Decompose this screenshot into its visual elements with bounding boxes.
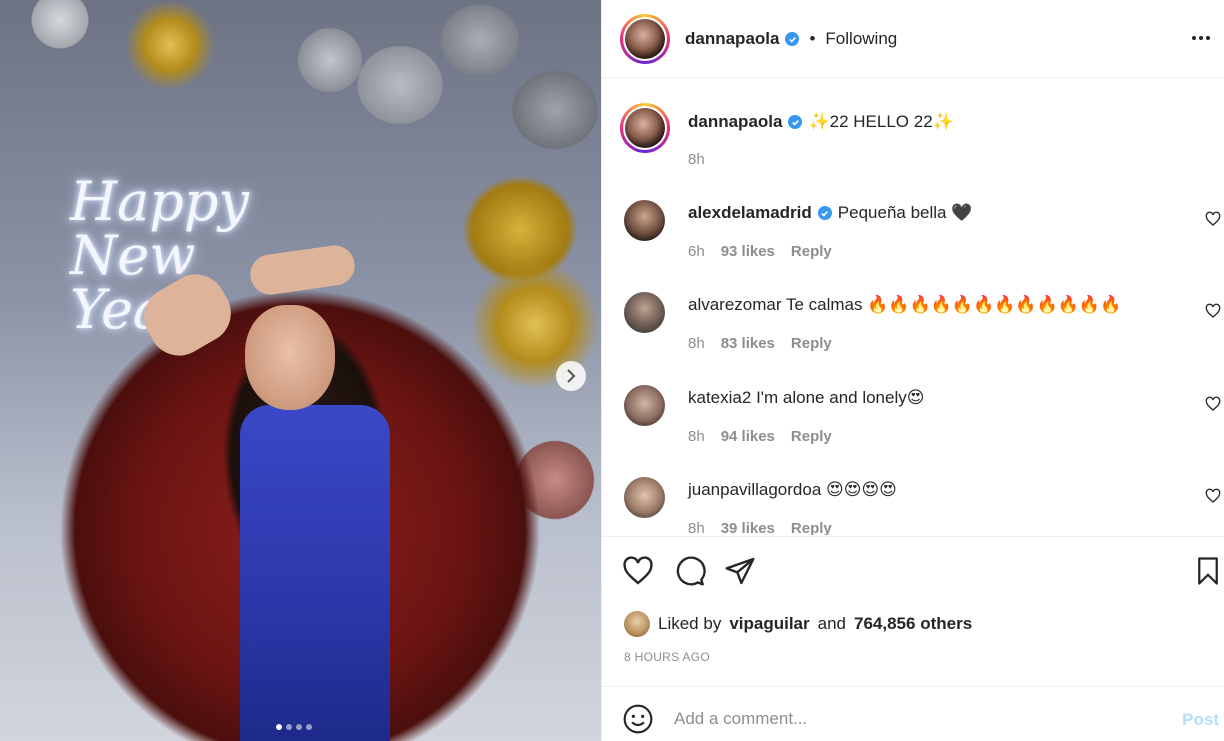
- avatar[interactable]: [620, 103, 670, 153]
- avatar[interactable]: [620, 14, 670, 64]
- comment-bubble-icon[interactable]: [674, 555, 706, 587]
- comment-username[interactable]: alexdelamadrid: [688, 203, 812, 223]
- carousel-dot[interactable]: [296, 724, 302, 730]
- comment-box: Post: [602, 686, 1224, 741]
- verified-badge-icon: [788, 115, 803, 129]
- reply-button[interactable]: Reply: [791, 243, 832, 260]
- reply-button[interactable]: Reply: [791, 335, 832, 352]
- profile-picture: [625, 108, 665, 148]
- comments-list[interactable]: dannapaola ✨22 HELLO 22✨ 8h alexdelamadr…: [602, 79, 1224, 535]
- liker-username[interactable]: vipaguilar: [729, 614, 809, 634]
- avatar[interactable]: [624, 200, 665, 241]
- verified-badge-icon: [817, 206, 832, 220]
- like-comment-heart-icon[interactable]: [1205, 396, 1221, 412]
- reply-button[interactable]: Reply: [791, 428, 832, 445]
- like-comment-heart-icon[interactable]: [1205, 488, 1221, 504]
- carousel-dot[interactable]: [276, 724, 282, 730]
- gold-star-balloon: [125, 0, 215, 90]
- sweater: [240, 405, 390, 741]
- comment-time[interactable]: 8h: [688, 335, 705, 352]
- comment-time[interactable]: 6h: [688, 243, 705, 260]
- comment-time[interactable]: 8h: [688, 520, 705, 535]
- carousel-dots: [276, 724, 312, 730]
- reply-button[interactable]: Reply: [791, 520, 832, 535]
- comment-username[interactable]: alvarezomar: [688, 295, 782, 314]
- post-actions: Liked by vipaguilar and 764,856 others 8…: [602, 536, 1224, 686]
- comment-text: Te calmas 🔥🔥🔥🔥🔥🔥🔥🔥🔥🔥🔥🔥: [785, 295, 1122, 314]
- comment-likes[interactable]: 83 likes: [721, 335, 775, 352]
- chevron-right-icon: [567, 369, 576, 383]
- likes-connector: and: [817, 614, 847, 633]
- save-bookmark-icon[interactable]: [1193, 555, 1223, 587]
- next-photo-button[interactable]: [556, 361, 586, 391]
- verified-badge-icon: [785, 32, 800, 46]
- comment-text: 😍😍😍😍: [826, 480, 897, 499]
- post-header: dannapaola • Following: [602, 0, 1224, 78]
- comment-likes[interactable]: 94 likes: [721, 428, 775, 445]
- comment-time[interactable]: 8h: [688, 428, 705, 445]
- following-button[interactable]: Following: [825, 29, 897, 49]
- avatar[interactable]: [624, 292, 665, 333]
- share-paper-plane-icon[interactable]: [724, 555, 756, 587]
- carousel-dot[interactable]: [286, 724, 292, 730]
- comment-username[interactable]: juanpavillagordoa: [688, 480, 821, 499]
- post-side-panel: dannapaola • Following dannapaola ✨22 HE…: [601, 0, 1224, 741]
- emoji-icon[interactable]: [622, 703, 654, 735]
- comment-text: I'm alone and lonely😍: [756, 388, 925, 407]
- likes-summary: Liked by vipaguilar and 764,856 others: [624, 611, 972, 637]
- face: [245, 305, 335, 410]
- comment-input[interactable]: [674, 701, 1154, 737]
- more-options-icon[interactable]: [1189, 26, 1213, 50]
- header-username[interactable]: dannapaola: [685, 29, 779, 49]
- profile-picture: [625, 19, 665, 59]
- like-heart-icon[interactable]: [622, 555, 654, 587]
- separator-dot: •: [809, 29, 816, 48]
- comment-likes[interactable]: 93 likes: [721, 243, 775, 260]
- liker-avatar[interactable]: [624, 611, 650, 637]
- caption-time[interactable]: 8h: [688, 151, 705, 168]
- comment-likes[interactable]: 39 likes: [721, 520, 775, 535]
- like-comment-heart-icon[interactable]: [1205, 303, 1221, 319]
- likes-others-count[interactable]: 764,856 others: [854, 614, 972, 634]
- liked-by-label: Liked by: [658, 614, 722, 633]
- carousel-dot[interactable]: [306, 724, 312, 730]
- avatar[interactable]: [624, 385, 665, 426]
- post-comment-button[interactable]: Post: [1182, 710, 1219, 730]
- caption-username[interactable]: dannapaola: [688, 112, 782, 132]
- comment-username[interactable]: katexia2: [688, 388, 751, 407]
- avatar[interactable]: [624, 477, 665, 518]
- caption-text: ✨22 HELLO 22✨: [808, 112, 954, 131]
- like-comment-heart-icon[interactable]: [1205, 211, 1221, 227]
- post-timestamp[interactable]: 8 HOURS AGO: [624, 650, 710, 664]
- post-photo[interactable]: Happy New Year: [0, 0, 601, 741]
- comment-text: Pequeña bella 🖤: [837, 203, 973, 222]
